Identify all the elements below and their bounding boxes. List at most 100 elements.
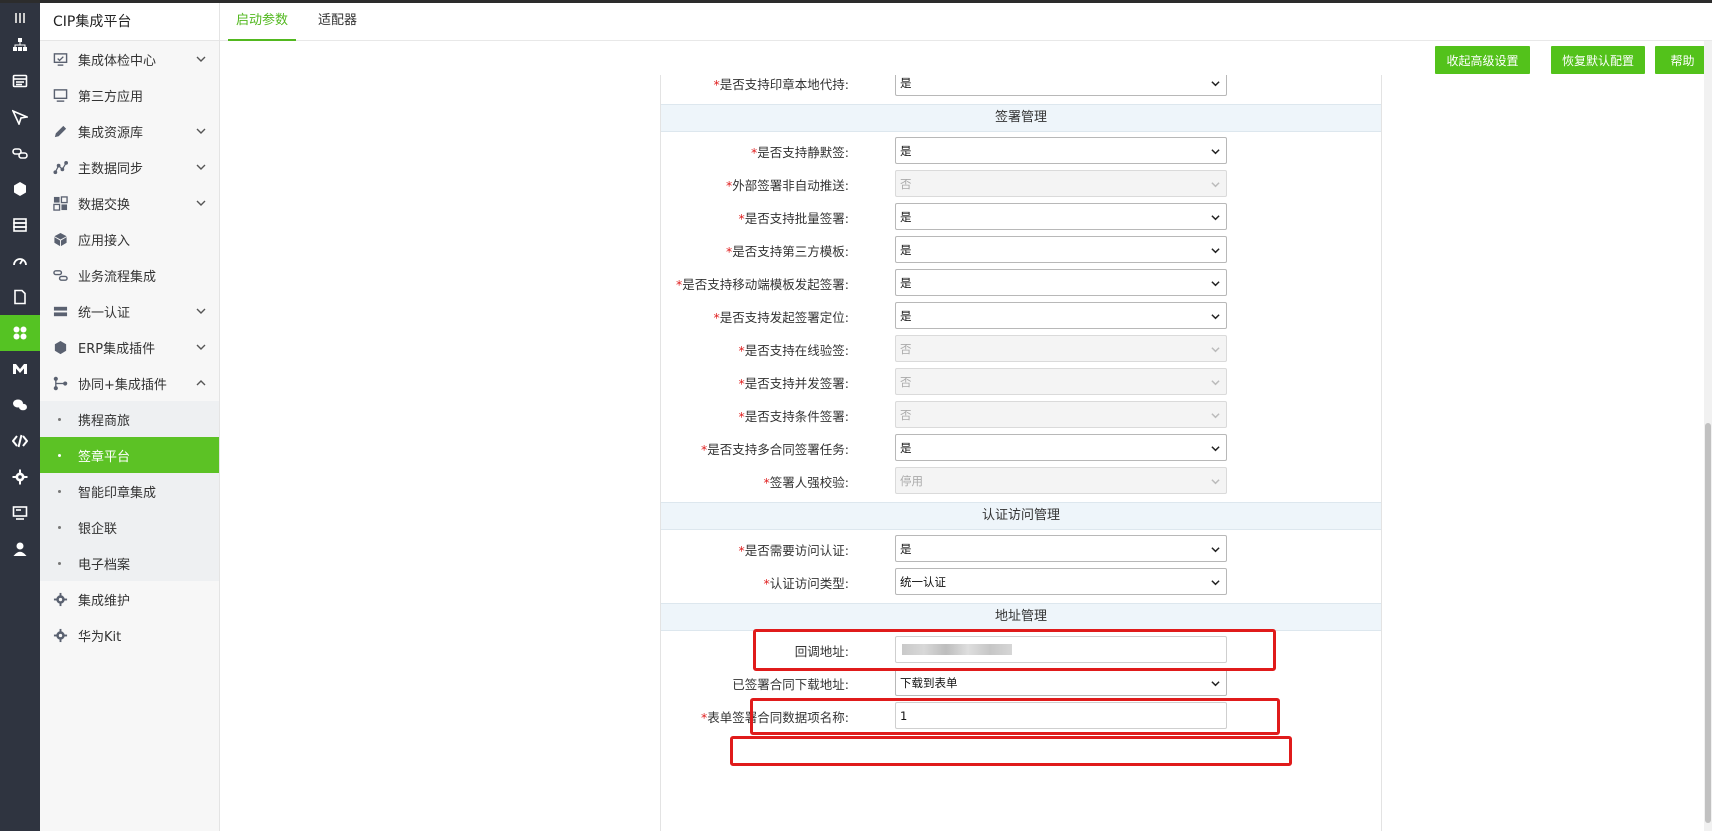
- form-row: 已签署合同下载地址: 下载到表单: [661, 668, 1381, 698]
- sidebar-item-resource-library[interactable]: 集成资源库: [40, 113, 219, 149]
- chevron-up-icon: [196, 380, 206, 386]
- chevron-down-icon: [196, 164, 206, 170]
- restore-defaults-button[interactable]: 恢复默认配置: [1551, 46, 1645, 74]
- field-label-text: 是否支持在线验签:: [744, 343, 849, 358]
- select-dropdown[interactable]: 是: [895, 269, 1227, 296]
- m-logo-icon[interactable]: [0, 351, 40, 387]
- sidebar-item-unified-auth[interactable]: 统一认证: [40, 293, 219, 329]
- user-icon[interactable]: [0, 531, 40, 567]
- chevron-down-icon: [1211, 314, 1220, 320]
- sidebar-item-process-integration[interactable]: 业务流程集成: [40, 257, 219, 293]
- chevron-down-icon: [1211, 182, 1220, 188]
- sidebar-item-erp-plugin[interactable]: ERP集成插件: [40, 329, 219, 365]
- hexagon-icon[interactable]: [0, 171, 40, 207]
- tab-adapter[interactable]: 适配器: [310, 3, 365, 41]
- link-chain-icon[interactable]: [0, 135, 40, 171]
- select-dropdown[interactable]: 是: [895, 75, 1227, 96]
- sidebar: CIP集成平台 集成体检中心 第三方应用 集成资源库 主数据同步 数据交换 应用…: [40, 3, 220, 831]
- sidebar-item-huawei-kit[interactable]: 华为Kit: [40, 617, 219, 653]
- field-label-text: 是否支持多合同签署任务:: [707, 442, 849, 457]
- app-title: CIP集成平台: [40, 3, 219, 41]
- sidebar-item-label: 华为Kit: [78, 629, 122, 645]
- sidebar-subitem-label: 签章平台: [78, 449, 131, 465]
- collapse-advanced-button[interactable]: 收起高级设置: [1435, 46, 1530, 74]
- select-dropdown[interactable]: 是: [895, 302, 1227, 329]
- select-dropdown[interactable]: 统一认证: [895, 568, 1227, 595]
- window-top-strip: [0, 0, 1712, 3]
- form-row: *签署人强校验: 停用: [661, 466, 1381, 496]
- fan-icon[interactable]: [0, 315, 40, 351]
- scrollbar[interactable]: [1704, 41, 1712, 831]
- field-label-text: 是否支持条件签署:: [744, 409, 849, 424]
- layers-icon[interactable]: [0, 207, 40, 243]
- sidebar-item-label: 第三方应用: [78, 89, 144, 105]
- field-label-text: 是否需要访问认证:: [744, 543, 849, 558]
- field-label: *是否支持在线验签:: [739, 340, 849, 359]
- select-dropdown[interactable]: 是: [895, 203, 1227, 230]
- sidebar-item-data-exchange[interactable]: 数据交换: [40, 185, 219, 221]
- sidebar-item-master-data-sync[interactable]: 主数据同步: [40, 149, 219, 185]
- select-dropdown: 否: [895, 368, 1227, 395]
- server-icon: [52, 303, 68, 319]
- select-dropdown[interactable]: 下载到表单: [895, 669, 1227, 696]
- paper-plane-icon[interactable]: [0, 99, 40, 135]
- document-icon[interactable]: [0, 279, 40, 315]
- form-row: *是否需要访问认证: 是: [661, 534, 1381, 564]
- form-row: *是否支持条件签署: 否: [661, 400, 1381, 430]
- form-row: *是否支持发起签署定位: 是: [661, 301, 1381, 331]
- monitor-check-icon: [52, 51, 68, 67]
- sidebar-item-maintenance[interactable]: 集成维护: [40, 581, 219, 617]
- field-label: *外部签署非自动推送:: [726, 175, 849, 194]
- chevron-down-icon: [1211, 479, 1220, 485]
- sidebar-subitem-e-archive[interactable]: 电子档案: [40, 545, 219, 581]
- sidebar-subitem-label: 银企联: [78, 521, 118, 537]
- form-row: *是否支持第三方模板: 是: [661, 235, 1381, 265]
- chevron-down-icon: [196, 128, 206, 134]
- select-value: 是: [900, 275, 912, 290]
- sidebar-subitem-smart-seal[interactable]: 智能印章集成: [40, 473, 219, 509]
- sidebar-item-app-access[interactable]: 应用接入: [40, 221, 219, 257]
- select-dropdown: 停用: [895, 467, 1227, 494]
- select-dropdown[interactable]: 是: [895, 535, 1227, 562]
- form-row: *是否支持印章本地代持: 是: [661, 75, 1381, 98]
- monitor-icon[interactable]: [0, 495, 40, 531]
- chevron-down-icon: [1211, 547, 1220, 553]
- field-label-text: 是否支持移动端模板发起签署:: [682, 277, 849, 292]
- field-label: *签署人强校验:: [764, 472, 849, 491]
- select-dropdown[interactable]: 是: [895, 236, 1227, 263]
- field-label: *是否支持印章本地代持:: [714, 75, 849, 93]
- chevron-down-icon: [1211, 81, 1220, 87]
- table-icon[interactable]: [0, 63, 40, 99]
- gauge-icon[interactable]: [0, 243, 40, 279]
- section-header: 签署管理: [661, 104, 1381, 132]
- desktop-icon: [52, 87, 68, 103]
- field-label: 已签署合同下载地址:: [732, 674, 849, 693]
- help-button[interactable]: 帮助: [1655, 46, 1710, 74]
- tab-startup-params[interactable]: 启动参数: [228, 3, 297, 41]
- field-label-text: 是否支持批量签署:: [744, 211, 849, 226]
- org-chart-icon[interactable]: [0, 27, 40, 63]
- scrollbar-thumb[interactable]: [1705, 423, 1711, 823]
- form-row: *是否支持静默签: 是: [661, 136, 1381, 166]
- field-label-text: 是否支持静默签:: [757, 145, 849, 160]
- form-row: *外部签署非自动推送: 否: [661, 169, 1381, 199]
- select-value: 是: [900, 75, 912, 90]
- sidebar-item-label: 统一认证: [78, 305, 131, 321]
- sidebar-subitem-ctrip[interactable]: 携程商旅: [40, 401, 219, 437]
- sidebar-item-third-party-apps[interactable]: 第三方应用: [40, 77, 219, 113]
- sidebar-subitem-bank-link[interactable]: 银企联: [40, 509, 219, 545]
- cog-icon: [52, 591, 68, 607]
- chat-icon[interactable]: [0, 387, 40, 423]
- select-dropdown[interactable]: 是: [895, 434, 1227, 461]
- chevron-down-icon: [196, 200, 206, 206]
- sidebar-item-collab-plugin[interactable]: 协同+集成插件: [40, 365, 219, 401]
- select-dropdown[interactable]: 是: [895, 137, 1227, 164]
- gear-icon[interactable]: [0, 459, 40, 495]
- select-value: 是: [900, 143, 912, 158]
- chevron-down-icon: [1211, 380, 1220, 386]
- sidebar-item-health-check[interactable]: 集成体检中心: [40, 41, 219, 77]
- code-icon[interactable]: [0, 423, 40, 459]
- sidebar-item-label: 协同+集成插件: [78, 377, 167, 393]
- sidebar-subitem-signature-platform[interactable]: 签章平台: [40, 437, 219, 473]
- sidebar-item-label: 数据交换: [78, 197, 131, 213]
